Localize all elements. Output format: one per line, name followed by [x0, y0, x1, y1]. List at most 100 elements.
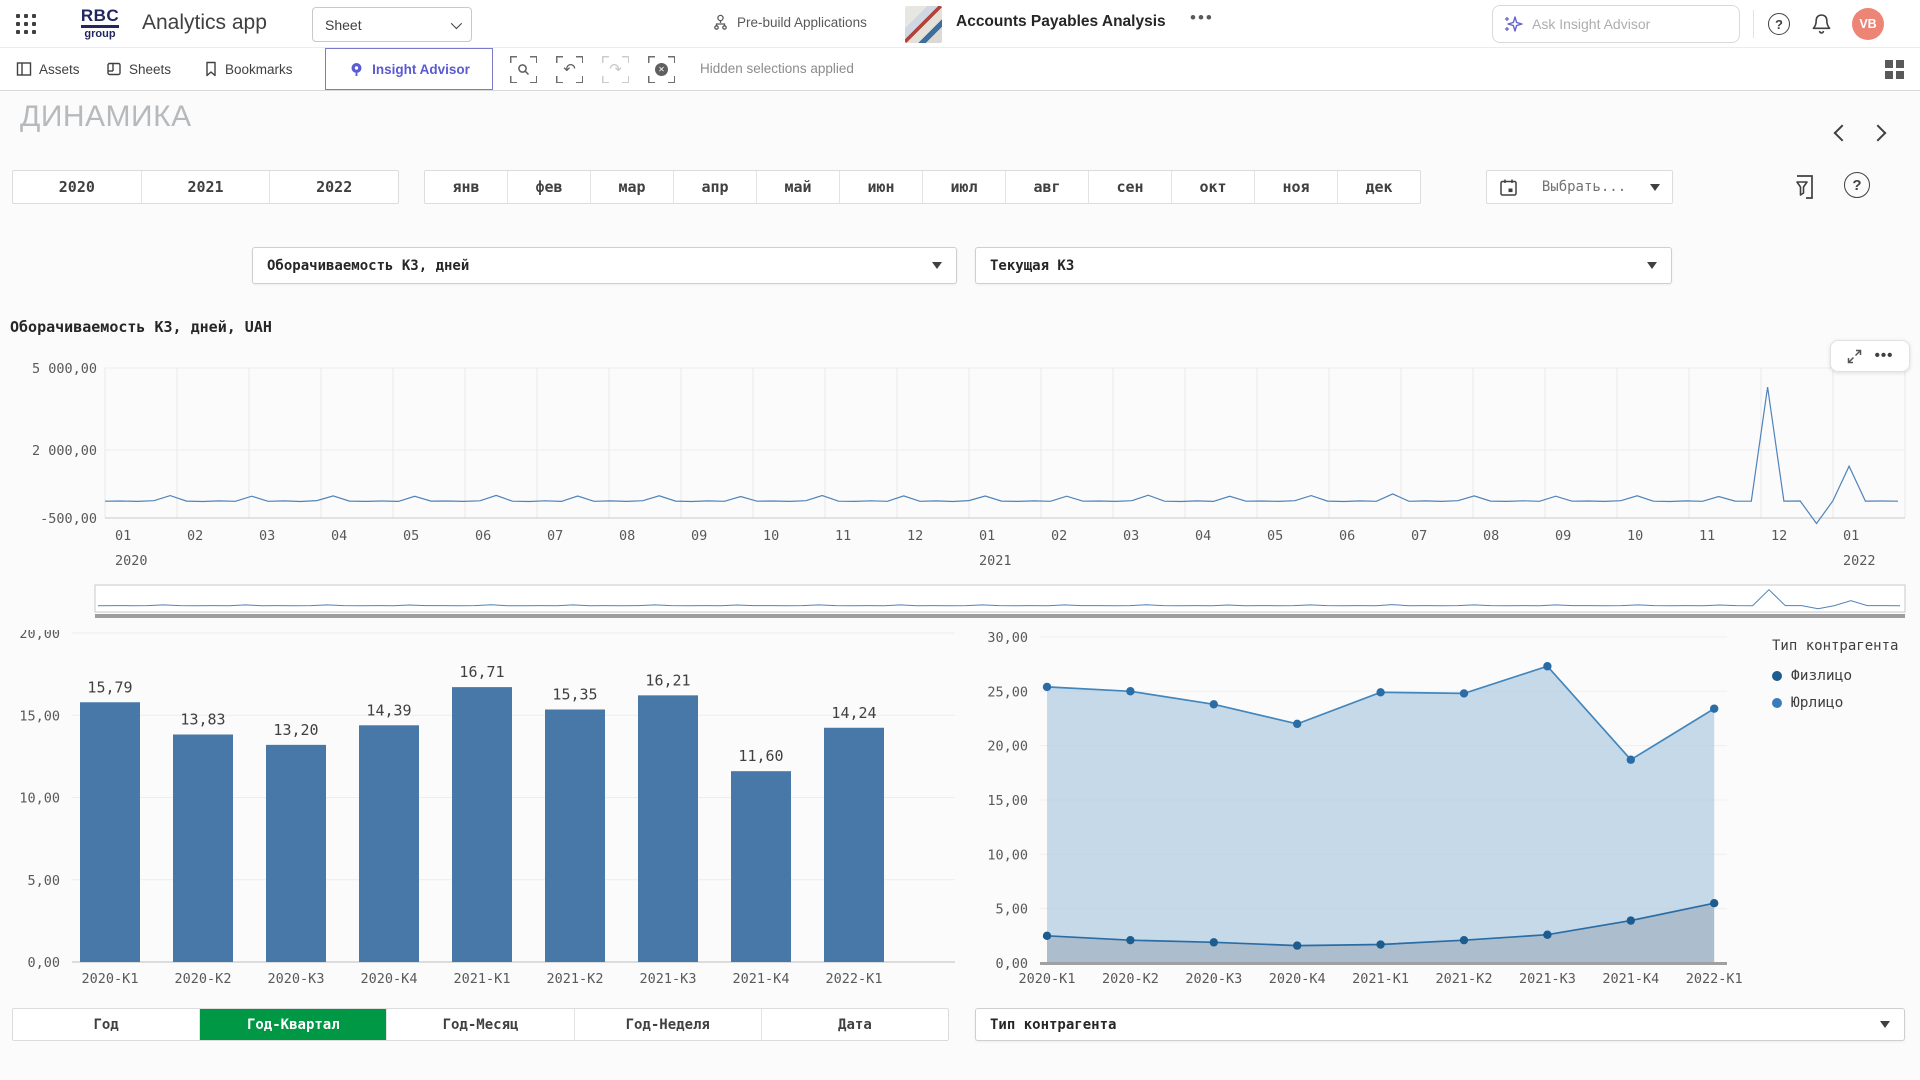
date-picker-value: Выбрать... [1518, 179, 1650, 195]
sheets-button[interactable]: Sheets [106, 48, 171, 90]
counterparty-type-dropdown[interactable]: Тип контрагента [975, 1008, 1905, 1041]
next-sheet-icon[interactable] [1870, 125, 1887, 142]
line-chart-title: Оборачиваемость КЗ, дней, UAH [10, 318, 272, 336]
svg-text:15,79: 15,79 [87, 678, 132, 696]
svg-text:03: 03 [1123, 528, 1139, 544]
chevron-down-icon [1880, 1021, 1890, 1028]
sheet-selector-dropdown[interactable]: Sheet [312, 7, 472, 42]
dimension-button-Год-Квартал[interactable]: Год-Квартал [199, 1009, 386, 1040]
assets-panel-icon [16, 61, 32, 77]
dimension-button-Год-Месяц[interactable]: Год-Месяц [386, 1009, 573, 1040]
month-filter-ноя[interactable]: ноя [1254, 171, 1337, 203]
app-more-menu-icon[interactable]: ••• [1190, 8, 1214, 28]
line-chart[interactable]: 5 000,002 000,00-500,0001020304050607080… [0, 340, 1920, 625]
svg-text:2021-К2: 2021-К2 [1436, 971, 1493, 987]
month-filter-янв[interactable]: янв [425, 171, 507, 203]
svg-text:08: 08 [1483, 528, 1499, 544]
year-filter-2021[interactable]: 2021 [141, 171, 270, 203]
svg-text:07: 07 [547, 528, 563, 544]
month-filter-фев[interactable]: фев [507, 171, 590, 203]
search-input[interactable] [1532, 16, 1729, 32]
insight-advisor-search[interactable] [1492, 5, 1740, 43]
legend-item-Физлицо[interactable]: Физлицо [1772, 668, 1918, 684]
avatar[interactable]: VB [1852, 8, 1884, 40]
selections-tool-icon[interactable] [1793, 174, 1816, 205]
notifications-bell-icon[interactable] [1810, 12, 1833, 41]
chart-menu-icon[interactable]: ••• [1875, 351, 1894, 361]
app-header: RBC group Analytics app Sheet Pre-build … [0, 0, 1920, 48]
svg-text:12: 12 [1771, 528, 1787, 544]
svg-text:2020-К2: 2020-К2 [1102, 971, 1159, 987]
svg-text:2020-К3: 2020-К3 [1185, 971, 1242, 987]
app-thumbnail[interactable] [905, 6, 942, 43]
svg-text:2021-К1: 2021-К1 [1352, 971, 1409, 987]
month-filter-окт[interactable]: окт [1171, 171, 1254, 203]
svg-text:-500,00: -500,00 [40, 511, 97, 527]
area-chart-legend: Тип контрагента ФизлицоЮрлицо [1772, 638, 1918, 722]
undo-selection-icon[interactable]: ↶ [556, 56, 583, 83]
clear-selections-icon[interactable]: ✕ [648, 56, 675, 83]
svg-text:16,21: 16,21 [645, 671, 690, 689]
year-filter-group: 202020212022 [12, 170, 399, 204]
svg-text:03: 03 [259, 528, 275, 544]
month-filter-сен[interactable]: сен [1088, 171, 1171, 203]
month-filter-авг[interactable]: авг [1005, 171, 1088, 203]
chevron-down-icon [1650, 184, 1660, 191]
prebuild-applications-link[interactable]: Pre-build Applications [712, 14, 867, 31]
rbc-group-logo: RBC group [72, 7, 128, 40]
svg-text:2022-К1: 2022-К1 [1686, 971, 1743, 987]
bookmarks-button[interactable]: Bookmarks [204, 48, 293, 90]
prebuild-label: Pre-build Applications [737, 15, 867, 30]
counterparty-type-value: Тип контрагента [990, 1017, 1116, 1033]
previous-sheet-icon[interactable] [1834, 125, 1851, 142]
date-picker[interactable]: Выбрать... [1486, 170, 1673, 204]
svg-text:16,71: 16,71 [459, 663, 504, 681]
current-app-name: Accounts Payables Analysis [956, 13, 1166, 31]
svg-text:05: 05 [1267, 528, 1283, 544]
month-filter-апр[interactable]: апр [673, 171, 756, 203]
svg-text:08: 08 [619, 528, 635, 544]
governed-apps-icon [712, 14, 729, 31]
svg-text:5,00: 5,00 [27, 873, 60, 889]
legend-label: Юрлицо [1791, 695, 1843, 711]
svg-text:2020-К4: 2020-К4 [361, 971, 418, 987]
svg-text:15,35: 15,35 [552, 685, 597, 703]
svg-text:13,20: 13,20 [273, 721, 318, 739]
svg-text:01: 01 [115, 528, 131, 544]
svg-text:2 000,00: 2 000,00 [32, 443, 97, 459]
sheet-help-icon[interactable]: ? [1844, 172, 1870, 198]
help-icon[interactable]: ? [1768, 13, 1790, 35]
svg-text:02: 02 [1051, 528, 1067, 544]
year-filter-2022[interactable]: 2022 [269, 171, 398, 203]
month-filter-июл[interactable]: июл [922, 171, 1005, 203]
dimension-button-Год[interactable]: Год [13, 1009, 199, 1040]
app-launcher-icon[interactable] [16, 14, 37, 35]
year-filter-2020[interactable]: 2020 [13, 171, 141, 203]
svg-text:2021-К3: 2021-К3 [640, 971, 697, 987]
dimension-button-Год-Неделя[interactable]: Год-Неделя [574, 1009, 761, 1040]
svg-text:07: 07 [1411, 528, 1427, 544]
insight-advisor-button[interactable]: Insight Advisor [325, 48, 493, 90]
assets-button[interactable]: Assets [16, 48, 80, 90]
month-filter-мар[interactable]: мар [590, 171, 673, 203]
svg-text:11: 11 [835, 528, 851, 544]
bar-chart[interactable]: 20,0015,0010,005,000,0015,792020-К113,83… [0, 630, 965, 1010]
measure-dropdown-value: Оборачиваемость КЗ, дней [267, 258, 469, 274]
svg-text:30,00: 30,00 [987, 630, 1028, 646]
month-filter-июн[interactable]: июн [839, 171, 922, 203]
legend-item-Юрлицо[interactable]: Юрлицо [1772, 695, 1918, 711]
dimension-button-Дата[interactable]: Дата [761, 1009, 948, 1040]
sheet-layout-icon[interactable] [1884, 59, 1905, 85]
secondary-dropdown[interactable]: Текущая КЗ [975, 247, 1672, 284]
page-title: ДИНАМИКА [20, 100, 192, 134]
svg-text:14,24: 14,24 [831, 704, 876, 722]
redo-selection-icon: ↷ [602, 56, 629, 83]
month-filter-май[interactable]: май [756, 171, 839, 203]
measure-dropdown[interactable]: Оборачиваемость КЗ, дней [252, 247, 957, 284]
svg-text:5 000,00: 5 000,00 [32, 361, 97, 377]
svg-text:2020-К1: 2020-К1 [1019, 971, 1076, 987]
selections-search-icon[interactable] [510, 56, 537, 83]
expand-chart-icon[interactable] [1847, 349, 1862, 364]
month-filter-дек[interactable]: дек [1337, 171, 1420, 203]
svg-text:02: 02 [187, 528, 203, 544]
